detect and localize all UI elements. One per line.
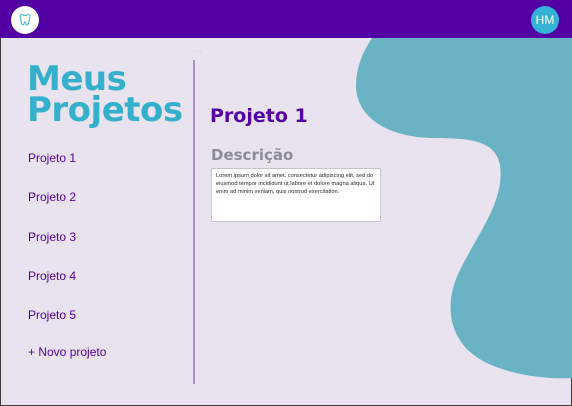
description-field[interactable]: Lorem ipsum dolor sit amet, consectetur … <box>211 168 381 222</box>
sidebar-item-projeto-3[interactable]: Projeto 3 <box>28 230 76 244</box>
sidebar-item-projeto-1[interactable]: Projeto 1 <box>28 151 76 165</box>
tooth-logo-icon <box>19 14 31 26</box>
sidebar-item-projeto-2[interactable]: Projeto 2 <box>28 190 76 204</box>
divider-handle: ··· <box>193 48 203 55</box>
sidebar-item-projeto-5[interactable]: Projeto 5 <box>28 308 76 322</box>
page-title-line-2: Projetos <box>27 90 183 130</box>
app-logo[interactable] <box>11 6 39 34</box>
project-title: Projeto 1 <box>210 105 308 127</box>
sidebar-divider <box>193 60 195 384</box>
sidebar-item-projeto-4[interactable]: Projeto 4 <box>28 269 76 283</box>
user-avatar[interactable]: HM <box>531 6 559 34</box>
new-project-button[interactable]: + Novo projeto <box>28 345 106 359</box>
page-title: Meus Projetos <box>27 62 183 130</box>
header-bar: HM <box>0 0 572 38</box>
description-label: Descrição <box>211 146 294 164</box>
